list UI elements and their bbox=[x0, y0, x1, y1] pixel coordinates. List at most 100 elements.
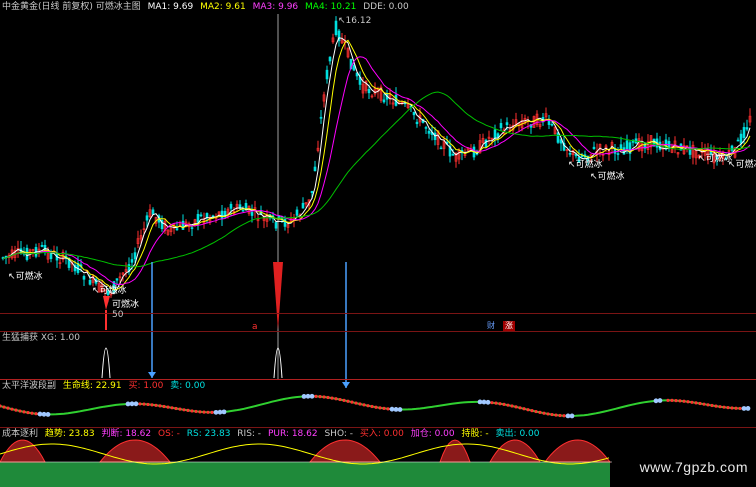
wave-dot-red bbox=[494, 401, 498, 405]
panel-divider bbox=[0, 379, 756, 380]
wave-dot-red bbox=[710, 403, 714, 408]
tp-title: 太平洋波段副 bbox=[2, 381, 57, 391]
cost-judge: 判断: 18.62 bbox=[101, 429, 152, 439]
candle-body bbox=[499, 123, 503, 129]
wave-dot-red bbox=[162, 404, 166, 409]
wave-node bbox=[657, 398, 663, 403]
wave-dot-red bbox=[534, 409, 538, 414]
wave-dot-red bbox=[374, 405, 378, 409]
cost-panel-header: 成本逐利 趋势: 23.83 判断: 18.62 OS: - RS: 23.83… bbox=[2, 429, 543, 440]
cost-sho: SHO: - bbox=[324, 429, 354, 439]
chart-canvas[interactable] bbox=[0, 0, 756, 487]
wave-dot-red bbox=[738, 406, 742, 411]
wave-dot-red bbox=[146, 402, 150, 407]
cost-add: 加仓: 0.00 bbox=[410, 429, 455, 439]
candle-body bbox=[328, 56, 332, 62]
candle-body bbox=[616, 153, 620, 155]
cost-red-hill bbox=[439, 439, 471, 463]
tp-panel-header: 太平洋波段副 生命线: 22.91 买: 1.00 卖: 0.00 bbox=[2, 381, 209, 392]
cost-red-hill bbox=[98, 439, 172, 463]
wave-dot-red bbox=[330, 396, 334, 400]
ma3-value: MA3: 9.96 bbox=[252, 2, 299, 12]
wave-dot-red bbox=[522, 407, 526, 411]
candle-body bbox=[439, 147, 443, 150]
signal-label: ↖可燃冰 bbox=[92, 286, 127, 296]
cost-buy-in: 买入: 0.00 bbox=[359, 429, 404, 439]
wave-dot-red bbox=[558, 413, 562, 418]
wave-dot-red bbox=[554, 413, 558, 417]
ma1-value: MA1: 9.69 bbox=[147, 2, 194, 12]
wave-dot-red bbox=[670, 398, 674, 403]
wave-dot-red bbox=[506, 403, 510, 407]
candle-body bbox=[568, 153, 572, 155]
candle-body bbox=[367, 88, 371, 94]
wave-dot-red bbox=[382, 406, 386, 411]
wave-dot-red bbox=[30, 411, 34, 415]
wave-node bbox=[221, 409, 227, 415]
wave-dot-red bbox=[518, 406, 522, 410]
candle-body bbox=[424, 127, 428, 129]
low-price-label: 50 bbox=[112, 310, 124, 320]
wave-dot-red bbox=[562, 414, 566, 418]
wave-dot-red bbox=[678, 399, 682, 403]
candle-body bbox=[145, 215, 149, 221]
candle-body bbox=[451, 153, 455, 156]
candle-body bbox=[175, 228, 179, 231]
wave-dot-red bbox=[546, 412, 550, 416]
candle-body bbox=[619, 144, 623, 149]
candle-body bbox=[4, 255, 8, 258]
buy-spike bbox=[103, 296, 110, 310]
ma3-line bbox=[2, 56, 751, 285]
small-marker: a bbox=[252, 322, 258, 332]
wave-dot-red bbox=[526, 408, 530, 412]
candle-body bbox=[550, 123, 554, 126]
wave-node bbox=[569, 413, 575, 419]
wave-dot-red bbox=[686, 400, 690, 404]
cost-red-hill bbox=[0, 439, 46, 463]
wave-dot-red bbox=[22, 410, 26, 414]
wave-dot-red bbox=[182, 408, 186, 412]
wave-dot-red bbox=[326, 395, 330, 400]
wave-dot-red bbox=[158, 404, 162, 408]
candle-body bbox=[295, 209, 299, 216]
panel-divider bbox=[0, 427, 756, 428]
wave-dot-red bbox=[698, 401, 702, 406]
chart-window: { "main": { "title": "中金黄金(日线 前复权) 可燃冰主图… bbox=[0, 0, 756, 487]
badge-cai: 财 bbox=[485, 321, 497, 331]
ma2-line bbox=[2, 39, 751, 291]
wave-dot-red bbox=[386, 407, 390, 411]
wave-dot-red bbox=[142, 402, 146, 406]
candle-body bbox=[133, 252, 137, 260]
wave-dot-red bbox=[530, 409, 534, 413]
signal-arrowhead bbox=[148, 372, 156, 378]
wave-dot-red bbox=[722, 405, 726, 409]
candle-body bbox=[151, 209, 155, 215]
candle-body bbox=[319, 116, 323, 119]
cost-sell-out: 卖出: 0.00 bbox=[495, 429, 540, 439]
wave-dot-red bbox=[198, 410, 202, 414]
wave-node bbox=[133, 401, 139, 407]
candle-body bbox=[382, 99, 386, 103]
candle-body bbox=[334, 20, 338, 35]
cost-red-hill bbox=[489, 439, 541, 463]
wave-dot-red bbox=[14, 408, 18, 412]
wave-dot-red bbox=[370, 404, 374, 409]
wave-dot-red bbox=[682, 399, 686, 403]
ma2-value: MA2: 9.61 bbox=[200, 2, 246, 12]
candle-body bbox=[88, 279, 92, 285]
cost-rs: RS: 23.83 bbox=[186, 429, 231, 439]
wave-dot-red bbox=[18, 409, 22, 413]
wave-dot-red bbox=[366, 404, 370, 408]
wave-dot-red bbox=[354, 401, 358, 405]
red-dagger bbox=[273, 262, 283, 330]
cost-green-area bbox=[0, 462, 610, 487]
candle-body bbox=[274, 222, 278, 229]
wave-dot-red bbox=[26, 410, 30, 415]
wave-dot-red bbox=[502, 402, 506, 407]
signal-label: ↖可燃冰 bbox=[8, 272, 43, 282]
ma4-value: MA4: 10.21 bbox=[305, 2, 357, 12]
wave-dot-red bbox=[350, 400, 354, 404]
wave-dot-red bbox=[6, 406, 10, 410]
wave-dot-red bbox=[34, 412, 38, 416]
candle-body bbox=[325, 69, 329, 80]
